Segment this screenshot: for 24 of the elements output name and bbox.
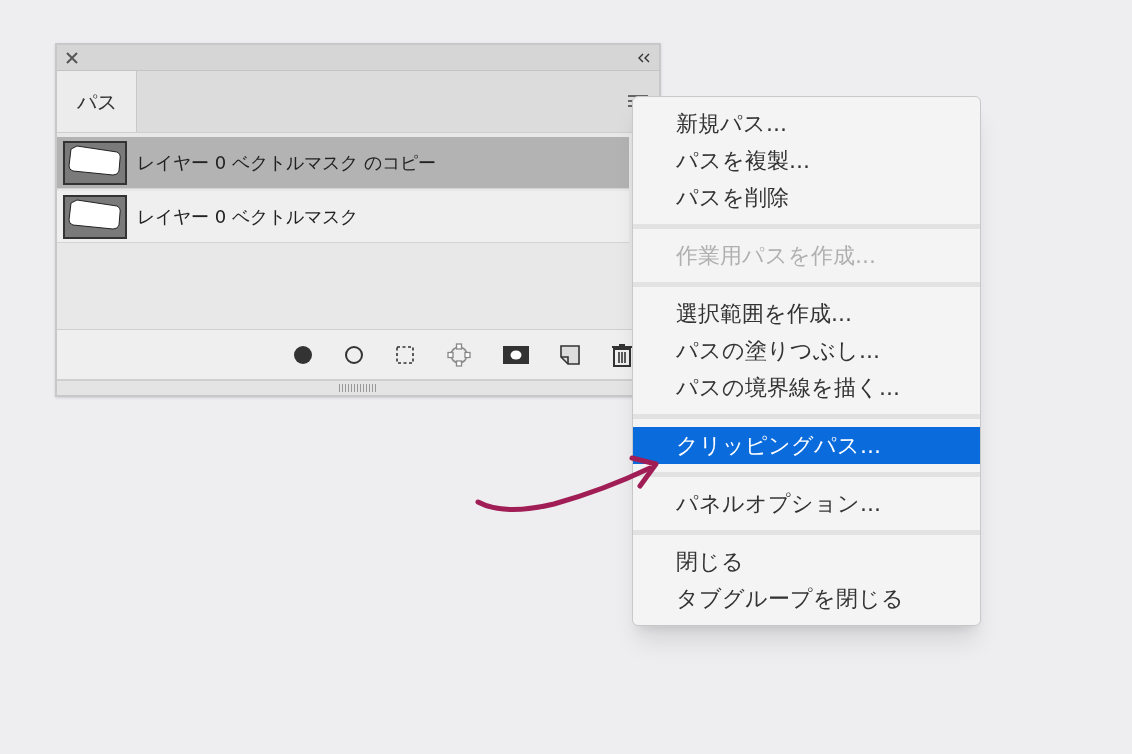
- menu-item[interactable]: 新規パス...: [633, 105, 980, 142]
- trash-icon[interactable]: [611, 342, 633, 367]
- path-thumbnail-icon: [63, 194, 127, 239]
- menu-item[interactable]: 選択範囲を作成...: [633, 295, 980, 332]
- path-row[interactable]: レイヤー 0 ベクトルマスク: [57, 191, 629, 243]
- menu-item[interactable]: パスの境界線を描く...: [633, 369, 980, 406]
- anchor-points-circle-icon[interactable]: [446, 341, 472, 368]
- menu-item[interactable]: パスを削除: [633, 179, 980, 216]
- new-page-icon[interactable]: [560, 344, 580, 365]
- menu-item[interactable]: パネルオプション...: [633, 485, 980, 522]
- close-icon[interactable]: [65, 50, 79, 65]
- path-thumbnail-icon: [63, 140, 127, 185]
- menu-item[interactable]: パスを複製...: [633, 142, 980, 179]
- panel-tab[interactable]: パス: [57, 71, 137, 132]
- path-row[interactable]: レイヤー 0 ベクトルマスク のコピー: [57, 137, 629, 189]
- menu-item[interactable]: タブグループを閉じる: [633, 580, 980, 617]
- menu-item[interactable]: 閉じる: [633, 543, 980, 580]
- dashed-square-icon[interactable]: [395, 344, 415, 365]
- filled-circle-icon[interactable]: [293, 344, 313, 365]
- collapse-icon[interactable]: [637, 52, 651, 63]
- menu-item[interactable]: クリッピングパス...: [633, 427, 980, 464]
- menu-item[interactable]: パスの塗りつぶし...: [633, 332, 980, 369]
- circle-outline-icon[interactable]: [344, 344, 364, 365]
- mask-icon[interactable]: [503, 345, 529, 364]
